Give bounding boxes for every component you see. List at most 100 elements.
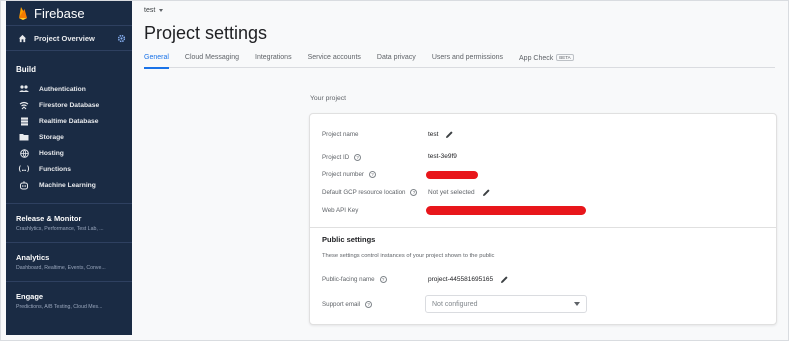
public-name-value: project-445581695165 [428,275,509,284]
gcp-location-label: Default GCP resource location? [322,189,418,196]
edit-pencil-icon[interactable] [482,188,491,197]
sidebar-item-label: Realtime Database [39,117,99,125]
tab-app-check[interactable]: App Check BETA [519,54,574,68]
web-api-key-label: Web API Key [322,207,358,214]
sidebar-item-label: Firestore Database [39,101,100,109]
main-content: test Project settings General Cloud Mess… [132,1,788,340]
project-overview-label: Project Overview [34,33,95,43]
firebase-logo-icon [19,7,27,20]
help-icon[interactable]: ? [410,189,418,196]
group-title: Engage [16,292,44,301]
gcp-location-value: Not yet selected [428,188,491,197]
dropdown-caret-icon [574,302,580,306]
tab-general[interactable]: General [144,54,169,69]
group-title: Analytics [16,253,50,262]
project-selector-label: test [144,7,156,14]
wifi-database-icon [18,100,30,110]
tab-label: Cloud Messaging [184,54,239,61]
braces-icon: (…) [17,165,31,173]
tab-label: General [144,54,169,61]
public-settings-heading: Public settings [322,235,376,244]
project-name-label: Project name [322,131,358,138]
sidebar-item-authentication[interactable]: Authentication [6,81,132,97]
robot-icon [18,180,30,190]
sidebar-group-engage[interactable]: Engage Predictions, A/B Testing, Cloud M… [6,281,132,310]
home-icon [16,34,28,43]
tab-cloud-messaging[interactable]: Cloud Messaging [185,54,239,68]
tab-label: Users and permissions [431,54,504,61]
redaction-mark [426,206,586,215]
tab-service-accounts[interactable]: Service accounts [308,54,361,68]
group-subtitle: Dashboard, Realtime, Events, Conve... [16,265,106,271]
field-value: test [428,131,439,138]
database-icon [18,116,30,126]
sidebar-item-label: Machine Learning [39,181,96,189]
tab-label: Service accounts [307,54,361,61]
public-name-label: Public-facing name? [322,276,387,283]
group-title: Release & Monitor [16,214,82,223]
beta-badge: BETA [556,54,574,61]
field-value: Not yet selected [428,189,475,196]
build-section-heading[interactable]: Build [6,61,132,77]
edit-pencil-icon[interactable] [445,130,454,139]
project-overview-link[interactable]: Project Overview [6,25,132,51]
sidebar-item-firestore[interactable]: Firestore Database [6,97,132,113]
project-number-label: Project number? [322,171,376,178]
help-icon[interactable]: ? [354,154,362,161]
settings-gear-icon[interactable] [117,34,126,43]
users-icon [18,84,30,94]
sidebar-item-label: Hosting [39,149,64,157]
sidebar-group-release-monitor[interactable]: Release & Monitor Crashlytics, Performan… [6,203,132,232]
field-label: Project name [322,131,359,138]
your-project-heading: Your project [310,95,347,102]
project-name-value: test [428,130,454,139]
folder-icon [18,132,30,142]
brand-name: Firebase [34,5,85,21]
field-label: Web API Key [322,207,359,214]
settings-tabs: General Cloud Messaging Integrations Ser… [144,54,775,69]
project-selector[interactable]: test [144,7,164,14]
help-icon[interactable]: ? [379,276,387,283]
page-title: Project settings [144,23,268,43]
globe-icon [18,148,30,158]
select-value: Not configured [432,300,478,308]
project-settings-card: Project name test Project ID? test-3e9f9… [309,113,777,325]
tab-label: Data privacy [376,54,416,61]
sidebar-item-label: Storage [39,133,64,141]
sidebar-item-functions[interactable]: (…) Functions [6,161,132,177]
tab-label: App Check [519,55,554,62]
tab-integrations[interactable]: Integrations [255,54,292,68]
project-id-label: Project ID? [322,154,362,161]
field-label: Public-facing name [322,276,375,283]
sidebar-item-label: Authentication [39,85,86,93]
brand-header[interactable]: Firebase [6,1,132,25]
sidebar-item-realtime-database[interactable]: Realtime Database [6,113,132,129]
group-subtitle: Predictions, A/B Testing, Cloud Mes... [16,304,103,310]
field-label: Project number [322,171,364,178]
support-email-select[interactable]: Not configured [425,295,587,313]
sidebar-group-analytics[interactable]: Analytics Dashboard, Realtime, Events, C… [6,242,132,271]
support-email-label: Support email? [322,301,373,308]
sidebar-item-storage[interactable]: Storage [6,129,132,145]
field-value: project-445581695165 [428,276,494,283]
edit-pencil-icon[interactable] [500,275,509,284]
app-window: Firebase Project Overview Build Authenti… [0,0,789,341]
field-label: Support email [322,301,361,308]
redaction-mark [426,171,478,179]
build-items: Authentication Firestore Database Realti… [6,81,132,193]
help-icon[interactable]: ? [368,171,376,178]
group-subtitle: Crashlytics, Performance, Test Lab, ... [16,226,104,232]
field-label: Project ID [322,154,350,161]
tab-users-and-permissions[interactable]: Users and permissions [432,54,503,68]
project-id-value: test-3e9f9 [428,153,457,160]
help-icon[interactable]: ? [365,301,373,308]
sidebar: Firebase Project Overview Build Authenti… [6,1,132,335]
chevron-down-icon [159,9,164,12]
sidebar-item-machine-learning[interactable]: Machine Learning [6,177,132,193]
divider [310,227,776,228]
sidebar-item-label: Functions [39,165,71,173]
sidebar-item-hosting[interactable]: Hosting [6,145,132,161]
tab-data-privacy[interactable]: Data privacy [377,54,416,68]
public-settings-description: These settings control instances of your… [322,253,495,259]
tab-label: Integrations [255,54,292,61]
